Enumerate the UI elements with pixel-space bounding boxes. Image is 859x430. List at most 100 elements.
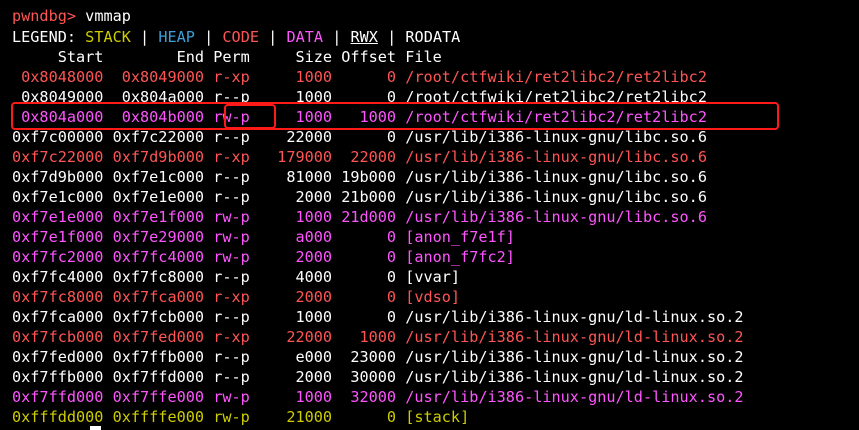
row-start: 0xf7fc4000 [12, 268, 113, 286]
row-size: 1000 [258, 308, 342, 326]
legend-rwx: RWX [350, 28, 378, 46]
row-offset: 0 [341, 68, 406, 86]
row-perm: r--p [213, 308, 259, 326]
table-row: 0xf7fed000 0xf7ffb000 r--p e000 23000 /u… [12, 347, 744, 367]
header-size: Size [258, 48, 342, 66]
header-offset: Offset [341, 48, 406, 66]
row-start: 0xf7c00000 [12, 128, 113, 146]
table-row: 0xf7ffb000 0xf7ffd000 r--p 2000 30000 /u… [12, 367, 744, 387]
row-file: /usr/lib/i386-linux-gnu/libc.so.6 [405, 148, 707, 166]
row-offset: 32000 [341, 388, 406, 406]
row-end: 0xf7e1c000 [112, 168, 214, 186]
row-start: 0x8049000 [12, 88, 113, 106]
row-perm: rw-p [213, 388, 259, 406]
row-size: 179000 [258, 148, 342, 166]
row-file: /usr/lib/i386-linux-gnu/libc.so.6 [405, 188, 707, 206]
row-file: [anon_f7fc2] [405, 248, 515, 266]
row-size: 1000 [258, 208, 342, 226]
row-file: /usr/lib/i386-linux-gnu/ld-linux.so.2 [405, 308, 744, 326]
row-size: 2000 [258, 188, 342, 206]
legend-data: DATA [286, 28, 324, 46]
row-offset: 1000 [341, 108, 406, 126]
row-offset: 0 [341, 288, 406, 306]
row-start: 0xf7fed000 [12, 348, 113, 366]
legend-stack: STACK [85, 28, 131, 46]
row-start: 0xf7ffb000 [12, 368, 113, 386]
table-row: 0xf7c22000 0xf7d9b000 r-xp 179000 22000 … [12, 147, 707, 167]
row-size: 22000 [258, 328, 342, 346]
row-perm: rw-p [213, 408, 259, 426]
row-start: 0xf7e1e000 [12, 208, 113, 226]
legend-separator: | [204, 28, 214, 46]
row-file: [vdso] [405, 288, 461, 306]
row-end: 0xf7d9b000 [112, 148, 214, 166]
table-row: 0xf7fca000 0xf7fcb000 r--p 1000 0 /usr/l… [12, 307, 744, 327]
table-row: 0xf7fc8000 0xf7fca000 r-xp 2000 0 [vdso] [12, 287, 460, 307]
table-row: 0xf7fcb000 0xf7fed000 r-xp 22000 1000 /u… [12, 327, 744, 347]
command-text: vmmap [85, 7, 131, 25]
row-perm: r--p [213, 188, 259, 206]
row-start: 0xf7e1f000 [12, 228, 113, 246]
table-row: 0xf7e1f000 0xf7e29000 rw-p a000 0 [anon_… [12, 227, 515, 247]
table-row: 0x804a000 0x804b000 rw-p 1000 1000 /root… [12, 107, 707, 127]
table-row: 0xfffdd000 0xffffe000 rw-p 21000 0 [stac… [12, 407, 469, 427]
row-size: 2000 [258, 368, 342, 386]
row-file: /usr/lib/i386-linux-gnu/libc.so.6 [405, 168, 707, 186]
row-perm: rw-p [213, 228, 259, 246]
row-start: 0xf7c22000 [12, 148, 113, 166]
row-offset: 0 [341, 128, 406, 146]
row-file: /usr/lib/i386-linux-gnu/ld-linux.so.2 [405, 388, 744, 406]
row-end: 0xf7fca000 [112, 288, 214, 306]
row-offset: 0 [341, 268, 406, 286]
row-file: [anon_f7e1f] [405, 228, 515, 246]
row-file: /root/ctfwiki/ret2libc2/ret2libc2 [405, 108, 707, 126]
row-size: 2000 [258, 248, 342, 266]
terminal-window[interactable]: pwndbg> vmmap LEGEND: STACK | HEAP | COD… [0, 0, 859, 430]
row-end: 0xf7e1f000 [112, 208, 214, 226]
legend-rodata: RODATA [405, 28, 461, 46]
row-end: 0xf7c22000 [112, 128, 214, 146]
row-perm: r-xp [213, 288, 259, 306]
row-perm: r-xp [213, 328, 259, 346]
row-start: 0xfffdd000 [12, 408, 113, 426]
row-file: [stack] [405, 408, 470, 426]
header-perm: Perm [213, 48, 259, 66]
legend-separator: | [332, 28, 342, 46]
row-offset: 23000 [341, 348, 406, 366]
row-end: 0xffffe000 [112, 408, 214, 426]
row-size: 81000 [258, 168, 342, 186]
legend-label: LEGEND: [12, 28, 77, 46]
row-perm: r--p [213, 128, 259, 146]
row-size: 21000 [258, 408, 342, 426]
row-size: 1000 [258, 108, 342, 126]
row-end: 0xf7ffb000 [112, 348, 214, 366]
row-start: 0xf7ffd000 [12, 388, 113, 406]
row-perm: r--p [213, 268, 259, 286]
row-perm: rw-p [213, 108, 259, 126]
row-perm: r-xp [213, 68, 259, 86]
row-end: 0xf7ffe000 [112, 388, 214, 406]
row-offset: 19b000 [341, 168, 406, 186]
row-start: 0xf7fc8000 [12, 288, 113, 306]
row-offset: 0 [341, 88, 406, 106]
row-file: /root/ctfwiki/ret2libc2/ret2libc2 [405, 68, 707, 86]
header-file: File [405, 48, 442, 66]
row-perm: r--p [213, 368, 259, 386]
row-end: 0x8049000 [112, 68, 214, 86]
row-offset: 30000 [341, 368, 406, 386]
row-end: 0x804b000 [112, 108, 214, 126]
table-row: 0xf7e1c000 0xf7e1e000 r--p 2000 21b000 /… [12, 187, 707, 207]
legend-line: LEGEND: STACK | HEAP | CODE | DATA | RWX… [12, 27, 460, 47]
row-start: 0xf7fcb000 [12, 328, 113, 346]
row-size: 2000 [258, 288, 342, 306]
table-header: Start End Perm Size Offset File [12, 47, 442, 67]
row-end: 0xf7e1e000 [112, 188, 214, 206]
row-offset: 1000 [341, 328, 406, 346]
row-start: 0x804a000 [12, 108, 113, 126]
row-start: 0x8048000 [12, 68, 113, 86]
row-perm: r-xp [213, 148, 259, 166]
row-offset: 0 [341, 408, 406, 426]
row-offset: 21b000 [341, 188, 406, 206]
table-row: 0xf7d9b000 0xf7e1c000 r--p 81000 19b000 … [12, 167, 707, 187]
row-file: /usr/lib/i386-linux-gnu/ld-linux.so.2 [405, 368, 744, 386]
